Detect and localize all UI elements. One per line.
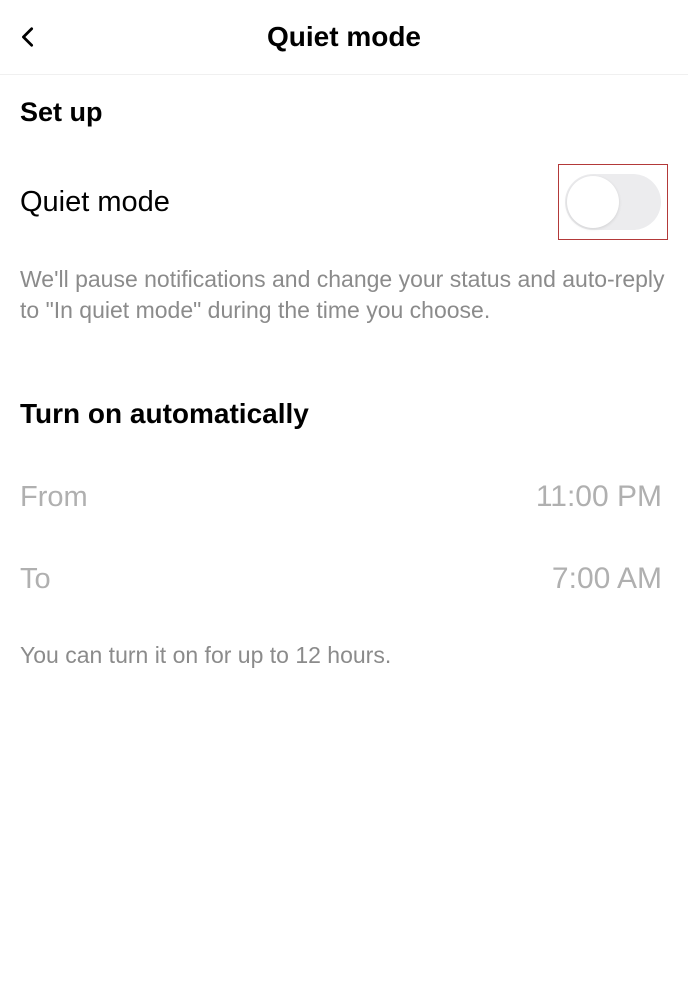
toggle-knob — [567, 176, 619, 228]
from-time-row[interactable]: From 11:00 PM — [20, 478, 668, 516]
to-label: To — [20, 563, 51, 596]
schedule-note: You can turn it on for up to 12 hours. — [20, 642, 668, 669]
to-time-row[interactable]: To 7:00 AM — [20, 560, 668, 598]
header-bar: Quiet mode — [0, 0, 688, 75]
section-title-schedule: Turn on automatically — [20, 398, 668, 430]
page-title: Quiet mode — [12, 21, 676, 53]
from-time-value: 11:00 PM — [530, 478, 668, 516]
to-time-value: 7:00 AM — [546, 560, 668, 598]
quiet-mode-toggle[interactable] — [565, 174, 661, 230]
back-button[interactable] — [6, 15, 50, 59]
chevron-left-icon — [17, 21, 39, 53]
quiet-mode-label: Quiet mode — [20, 186, 170, 219]
toggle-highlight-box — [558, 164, 668, 240]
quiet-mode-description: We'll pause notifications and change you… — [20, 264, 668, 326]
content-area: Set up Quiet mode We'll pause notificati… — [0, 75, 688, 691]
quiet-mode-row: Quiet mode — [20, 164, 668, 240]
section-title-setup: Set up — [20, 97, 668, 128]
from-label: From — [20, 481, 88, 514]
